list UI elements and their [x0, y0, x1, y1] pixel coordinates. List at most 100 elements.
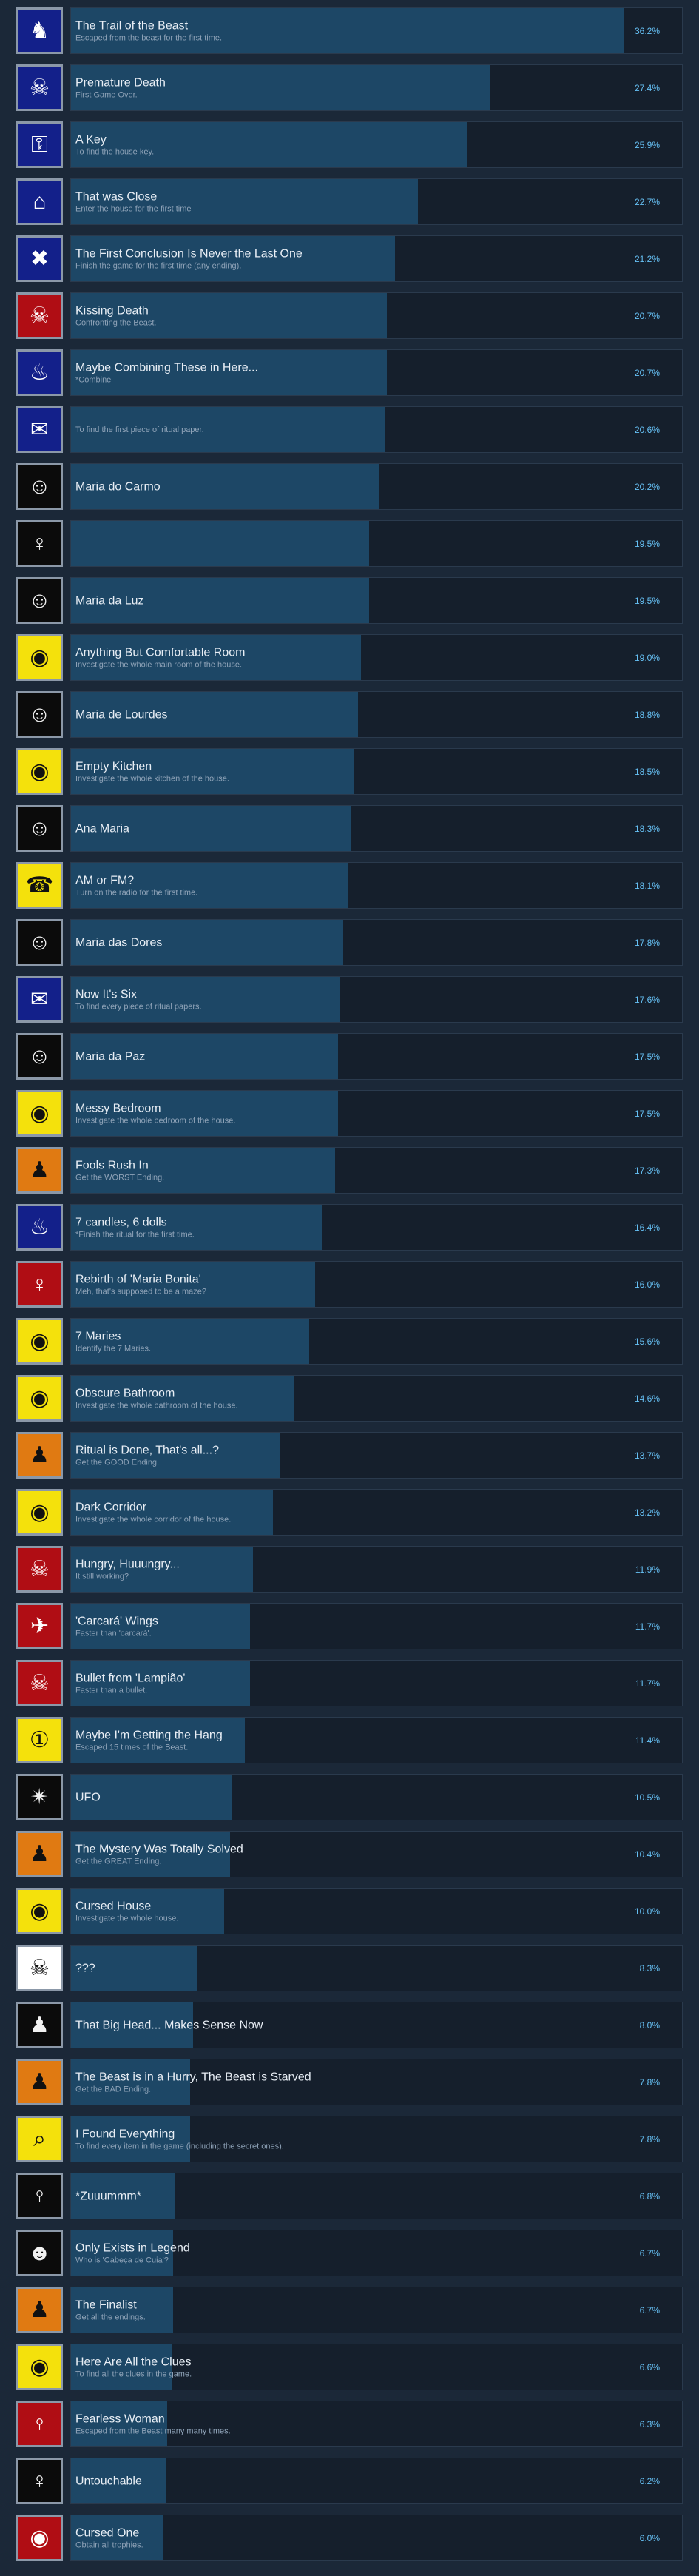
- achievement-row[interactable]: ☎ AM or FM? Turn on the radio for the firs…: [16, 862, 683, 909]
- achievement-title: Rebirth of 'Maria Bonita': [75, 1273, 201, 1285]
- achievement-description: Escaped from the Beast many many times.: [75, 2427, 231, 2435]
- achievement-text: Fools Rush In Get the WORST Ending.: [75, 1158, 623, 1183]
- achievement-row[interactable]: ✖ The First Conclusion Is Never the Last …: [16, 235, 683, 282]
- achievement-text: A Key To find the house key.: [75, 132, 623, 157]
- candle-icon: ♨: [16, 1204, 63, 1251]
- achievement-row[interactable]: ♞ The Trail of the Beast Escaped from the …: [16, 7, 683, 54]
- achievement-row[interactable]: ♀ 19.5%: [16, 520, 683, 567]
- achievement-row[interactable]: ☺ Maria de Lourdes 18.8%: [16, 691, 683, 738]
- achievement-progress-panel: 7 Maries Identify the 7 Maries. 15.6%: [70, 1318, 683, 1365]
- unlock-percentage: 20.7%: [634, 310, 660, 321]
- unlock-percentage: 10.5%: [634, 1792, 660, 1803]
- figure-icon: ♟: [16, 2059, 63, 2105]
- achievement-description: To find every item in the game (includin…: [75, 2142, 284, 2150]
- figure-icon: ♟: [16, 2002, 63, 2048]
- achievement-row[interactable]: ☺ Maria do Carmo 20.2%: [16, 463, 683, 510]
- achievement-text: Here Are All the Clues To find all the cl…: [75, 2355, 623, 2379]
- achievement-row[interactable]: ☺ Ana Maria 18.3%: [16, 805, 683, 852]
- achievement-progress-panel: I Found Everything To find every item in …: [70, 2116, 683, 2162]
- eye-icon: ◉: [16, 1375, 63, 1422]
- achievement-row[interactable]: ⚿ A Key To find the house key. 25.9%: [16, 121, 683, 168]
- achievement-title: Kissing Death: [75, 304, 149, 317]
- unlock-percentage: 10.4%: [634, 1849, 660, 1860]
- achievement-progress-panel: That Big Head... Makes Sense Now 8.0%: [70, 2002, 683, 2048]
- achievement-row[interactable]: ☠ Premature Death First Game Over. 27.4%: [16, 64, 683, 111]
- achievement-progress-panel: Premature Death First Game Over. 27.4%: [70, 64, 683, 111]
- achievement-progress-panel: Ana Maria 18.3%: [70, 805, 683, 852]
- achievement-row[interactable]: ✴ UFO 10.5%: [16, 1774, 683, 1820]
- achievement-progress-panel: Cursed House Investigate the whole house.…: [70, 1888, 683, 1934]
- achievement-title: A Key: [75, 133, 107, 146]
- achievement-row[interactable]: ♀ Rebirth of 'Maria Bonita' Meh, that's su…: [16, 1261, 683, 1308]
- achievement-text: Now It's Six To find every piece of ritua…: [75, 987, 623, 1012]
- achievement-row[interactable]: ♟ Fools Rush In Get the WORST Ending. 17.3%: [16, 1147, 683, 1194]
- achievement-row[interactable]: ◉ Cursed One Obtain all trophies. 6.0%: [16, 2515, 683, 2561]
- achievement-row[interactable]: ☺ Maria da Paz 17.5%: [16, 1033, 683, 1080]
- achievement-progress-panel: Messy Bedroom Investigate the whole bedro…: [70, 1090, 683, 1137]
- achievement-row[interactable]: ☠ Bullet from 'Lampião' Faster than a bull…: [16, 1660, 683, 1706]
- achievement-title: 7 candles, 6 dolls: [75, 1216, 167, 1228]
- achievement-progress-panel: UFO 10.5%: [70, 1774, 683, 1820]
- achievement-row[interactable]: ◉ Dark Corridor Investigate the whole corr…: [16, 1489, 683, 1536]
- achievement-title: That was Close: [75, 190, 158, 203]
- achievement-title: Maybe I'm Getting the Hang: [75, 1729, 223, 1741]
- unlock-percentage: 11.4%: [635, 1735, 660, 1746]
- achievement-row[interactable]: ♀ Untouchable 6.2%: [16, 2458, 683, 2504]
- achievement-row[interactable]: ♟ That Big Head... Makes Sense Now 8.0%: [16, 2002, 683, 2048]
- achievement-row[interactable]: ◉ Empty Kitchen Investigate the whole kitc…: [16, 748, 683, 795]
- achievement-row[interactable]: ✉ Now It's Six To find every piece of ritu…: [16, 976, 683, 1023]
- achievement-description: Investigate the whole bedroom of the hou…: [75, 1116, 236, 1125]
- achievement-row[interactable]: ♟ The Beast is in a Hurry, The Beast is S…: [16, 2059, 683, 2105]
- achievement-row[interactable]: ♀ Fearless Woman Escaped from the Beast ma…: [16, 2401, 683, 2447]
- achievement-row[interactable]: ◉ Anything But Comfortable Room Investigat…: [16, 634, 683, 681]
- achievement-row[interactable]: ⌕ I Found Everything To find every item in…: [16, 2116, 683, 2162]
- achievement-row[interactable]: ♟ Ritual is Done, That's all...? Get the G…: [16, 1432, 683, 1479]
- achievement-row[interactable]: ☠ Kissing Death Confronting the Beast. 20.7…: [16, 292, 683, 339]
- achievement-text: Maybe I'm Getting the Hang Escaped 15 tim…: [75, 1728, 623, 1752]
- achievement-text: The Trail of the Beast Escaped from the b…: [75, 19, 623, 43]
- achievement-row[interactable]: ⌂ That was Close Enter the house for the f…: [16, 178, 683, 225]
- skull-icon: ☠: [16, 1945, 63, 1991]
- achievement-row[interactable]: ☠ Hungry, Huuungry... It still working? 11.…: [16, 1546, 683, 1593]
- achievement-row[interactable]: ✉ To find the first piece of ritual paper…: [16, 406, 683, 453]
- achievement-row[interactable]: ◉ Messy Bedroom Investigate the whole bedr…: [16, 1090, 683, 1137]
- doll-face-icon: ☺: [16, 805, 63, 852]
- unlock-percentage: 11.7%: [635, 1621, 660, 1632]
- bullet-icon: ☠: [16, 1660, 63, 1706]
- beast-silhouette-icon: ♞: [16, 7, 63, 54]
- achievement-row[interactable]: ♨ Maybe Combining These in Here... *Combin…: [16, 349, 683, 396]
- achievement-row[interactable]: ◉ Here Are All the Clues To find all the c…: [16, 2344, 683, 2390]
- achievement-row[interactable]: ♟ The Finalist Get all the endings. 6.7%: [16, 2287, 683, 2333]
- achievement-row[interactable]: ♀ *Zuuummm* 6.8%: [16, 2173, 683, 2219]
- achievement-row[interactable]: ☺ Maria da Luz 19.5%: [16, 577, 683, 624]
- achievement-description: Who is 'Cabeça de Cuia'?: [75, 2256, 169, 2264]
- achievement-row[interactable]: ♨ 7 candles, 6 dolls *Finish the ritual fo…: [16, 1204, 683, 1251]
- eye-icon: ◉: [16, 1090, 63, 1137]
- achievement-description: To find all the clues in the game.: [75, 2370, 192, 2378]
- achievement-progress-panel: Maybe I'm Getting the Hang Escaped 15 tim…: [70, 1717, 683, 1763]
- achievement-text: That was Close Enter the house for the fi…: [75, 189, 623, 214]
- achievement-text: The First Conclusion Is Never the Last O…: [75, 246, 623, 271]
- unlock-percentage: 20.2%: [634, 481, 660, 492]
- achievement-text: Anything But Comfortable Room Investigate…: [75, 645, 623, 670]
- achievement-row[interactable]: ◉ Obscure Bathroom Investigate the whole b…: [16, 1375, 683, 1422]
- unlock-percentage: 7.8%: [639, 2133, 660, 2145]
- achievement-row[interactable]: ☠??? 8.3%: [16, 1945, 683, 1991]
- achievement-row[interactable]: ◉ Cursed House Investigate the whole house…: [16, 1888, 683, 1934]
- doll-face-icon: ☺: [16, 919, 63, 966]
- achievement-row[interactable]: ☺ Maria das Dores 17.8%: [16, 919, 683, 966]
- achievement-description: Get the GREAT Ending.: [75, 1857, 162, 1866]
- candle-icon: ♨: [16, 349, 63, 396]
- achievement-progress-panel: The Beast is in a Hurry, The Beast is St…: [70, 2059, 683, 2105]
- unlock-percentage: 18.3%: [634, 823, 660, 834]
- achievement-row[interactable]: ① Maybe I'm Getting the Hang Escaped 15 ti…: [16, 1717, 683, 1763]
- achievement-title: Empty Kitchen: [75, 760, 152, 773]
- achievement-row[interactable]: ✈ 'Carcará' Wings Faster than 'carcará'. 11…: [16, 1603, 683, 1649]
- achievement-row[interactable]: ☻ Only Exists in Legend Who is 'Cabeça de …: [16, 2230, 683, 2276]
- achievement-description: Investigate the whole house.: [75, 1914, 179, 1923]
- achievement-row[interactable]: ◉ 7 Maries Identify the 7 Maries. 15.6%: [16, 1318, 683, 1365]
- beast-attack-icon: ☠: [16, 292, 63, 339]
- achievement-row[interactable]: ♟ The Mystery Was Totally Solved Get the G…: [16, 1831, 683, 1877]
- achievement-text: 'Carcará' Wings Faster than 'carcará'.: [75, 1614, 623, 1638]
- achievement-progress-panel: Cursed One Obtain all trophies. 6.0%: [70, 2515, 683, 2561]
